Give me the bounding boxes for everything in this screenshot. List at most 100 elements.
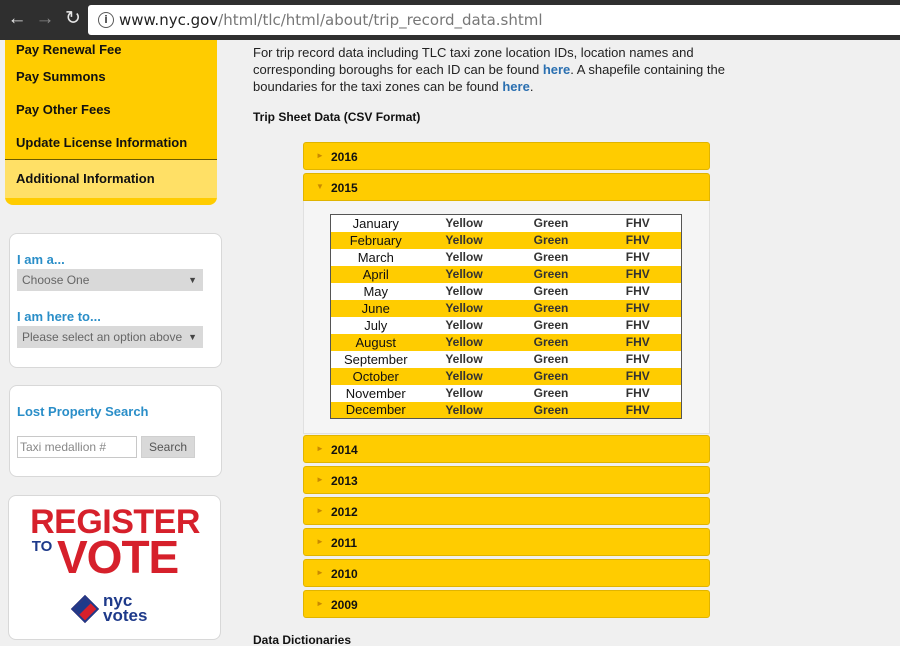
- green-download-link[interactable]: Green: [507, 282, 595, 300]
- table-row: November Yellow Green FHV: [330, 384, 682, 402]
- fhv-download-link[interactable]: FHV: [594, 384, 682, 402]
- year-2016-toggle[interactable]: ► 2016: [303, 142, 710, 170]
- address-bar[interactable]: i www.nyc.gov/html/tlc/html/about/trip_r…: [88, 5, 900, 35]
- yellow-download-link[interactable]: Yellow: [420, 316, 508, 334]
- medallion-input[interactable]: Taxi medallion #: [17, 436, 137, 458]
- dropdown-arrow-icon: ▼: [188, 332, 197, 342]
- green-download-link[interactable]: Green: [507, 265, 595, 283]
- fhv-download-link[interactable]: FHV: [594, 333, 682, 351]
- lost-property-box: Lost Property Search Taxi medallion # Se…: [9, 385, 222, 477]
- month-cell: July: [330, 316, 421, 334]
- green-download-link[interactable]: Green: [507, 384, 595, 402]
- audience-selector-box: I am a... Choose One ▼ I am here to... P…: [9, 233, 222, 368]
- year-label: 2016: [331, 150, 358, 164]
- info-icon[interactable]: i: [98, 12, 114, 28]
- fhv-download-link[interactable]: FHV: [594, 350, 682, 368]
- fhv-download-link[interactable]: FHV: [594, 214, 682, 232]
- sidebar-item-pay-renewal-fee[interactable]: Pay Renewal Fee: [5, 40, 217, 60]
- table-row: January Yellow Green FHV: [330, 214, 682, 232]
- fhv-download-link[interactable]: FHV: [594, 265, 682, 283]
- register-to-vote-banner[interactable]: REGISTER TO VOTE nyc votes: [8, 495, 221, 640]
- month-cell: May: [330, 282, 421, 300]
- year-2010-toggle[interactable]: ► 2010: [303, 559, 710, 587]
- votes-text: votes: [103, 606, 148, 625]
- year-2014-toggle[interactable]: ► 2014: [303, 435, 710, 463]
- table-row: April Yellow Green FHV: [330, 265, 682, 283]
- here-to-select-value: Please select an option above: [22, 330, 183, 344]
- sidebar-nav: Pay Renewal Fee Pay Summons Pay Other Fe…: [5, 40, 217, 205]
- taxi-zone-shapefile-link[interactable]: here: [502, 79, 529, 94]
- sidebar-item-pay-other-fees[interactable]: Pay Other Fees: [5, 93, 217, 126]
- green-download-link[interactable]: Green: [507, 248, 595, 266]
- green-download-link[interactable]: Green: [507, 401, 595, 419]
- month-cell: September: [330, 350, 421, 368]
- year-2012-toggle[interactable]: ► 2012: [303, 497, 710, 525]
- reload-icon[interactable]: ↻: [62, 8, 84, 30]
- yellow-download-link[interactable]: Yellow: [420, 265, 508, 283]
- yellow-download-link[interactable]: Yellow: [420, 350, 508, 368]
- here-to-select[interactable]: Please select an option above ▼: [17, 326, 203, 348]
- fhv-download-link[interactable]: FHV: [594, 401, 682, 419]
- fhv-download-link[interactable]: FHV: [594, 231, 682, 249]
- taxi-zone-lookup-link[interactable]: here: [543, 62, 570, 77]
- table-row: September Yellow Green FHV: [330, 350, 682, 368]
- month-cell: January: [330, 214, 421, 232]
- iam-select[interactable]: Choose One ▼: [17, 269, 203, 291]
- year-2015-toggle[interactable]: ▼ 2015: [303, 173, 710, 201]
- yellow-download-link[interactable]: Yellow: [420, 367, 508, 385]
- green-download-link[interactable]: Green: [507, 350, 595, 368]
- page-content: Pay Renewal Fee Pay Summons Pay Other Fe…: [0, 40, 900, 646]
- browser-toolbar: ← → ↻ i www.nyc.gov/html/tlc/html/about/…: [0, 0, 900, 40]
- sidebar-item-additional-information[interactable]: Additional Information: [5, 159, 217, 198]
- fhv-download-link[interactable]: FHV: [594, 316, 682, 334]
- dropdown-arrow-icon: ▼: [188, 275, 197, 285]
- nyc-votes-logo: nyc votes: [70, 592, 165, 629]
- green-download-link[interactable]: Green: [507, 299, 595, 317]
- green-download-link[interactable]: Green: [507, 214, 595, 232]
- yellow-download-link[interactable]: Yellow: [420, 214, 508, 232]
- year-label: 2011: [331, 536, 358, 550]
- yellow-download-link[interactable]: Yellow: [420, 384, 508, 402]
- yellow-download-link[interactable]: Yellow: [420, 231, 508, 249]
- caret-right-icon: ►: [316, 475, 324, 484]
- yellow-download-link[interactable]: Yellow: [420, 333, 508, 351]
- month-cell: August: [330, 333, 421, 351]
- yellow-download-link[interactable]: Yellow: [420, 401, 508, 419]
- fhv-download-link[interactable]: FHV: [594, 282, 682, 300]
- yellow-download-link[interactable]: Yellow: [420, 282, 508, 300]
- table-row: December Yellow Green FHV: [330, 401, 682, 419]
- year-2013-toggle[interactable]: ► 2013: [303, 466, 710, 494]
- month-cell: March: [330, 248, 421, 266]
- yellow-download-link[interactable]: Yellow: [420, 299, 508, 317]
- sidebar-item-update-license[interactable]: Update License Information: [5, 126, 217, 159]
- month-cell: April: [330, 265, 421, 283]
- sidebar-item-pay-summons[interactable]: Pay Summons: [5, 60, 217, 93]
- table-row: May Yellow Green FHV: [330, 282, 682, 300]
- forward-arrow-icon[interactable]: →: [34, 8, 56, 30]
- fhv-download-link[interactable]: FHV: [594, 299, 682, 317]
- month-cell: February: [330, 231, 421, 249]
- green-download-link[interactable]: Green: [507, 333, 595, 351]
- iam-label: I am a...: [17, 252, 65, 267]
- fhv-download-link[interactable]: FHV: [594, 367, 682, 385]
- back-arrow-icon[interactable]: ←: [6, 8, 28, 30]
- caret-right-icon: ►: [316, 568, 324, 577]
- year-label: 2014: [331, 443, 358, 457]
- caret-right-icon: ►: [316, 151, 324, 160]
- table-row: October Yellow Green FHV: [330, 367, 682, 385]
- year-label: 2009: [331, 598, 358, 612]
- year-2011-toggle[interactable]: ► 2011: [303, 528, 710, 556]
- trip-data-table: January Yellow Green FHV February Yellow Green…: [330, 214, 682, 419]
- url-text[interactable]: www.nyc.gov/html/tlc/html/about/trip_rec…: [119, 11, 543, 29]
- nyc-votes-diamond-icon: [70, 594, 100, 624]
- search-button[interactable]: Search: [141, 436, 195, 458]
- year-2009-toggle[interactable]: ► 2009: [303, 590, 710, 618]
- lost-property-title[interactable]: Lost Property Search: [17, 404, 149, 419]
- green-download-link[interactable]: Green: [507, 231, 595, 249]
- yellow-download-link[interactable]: Yellow: [420, 248, 508, 266]
- iam-select-value: Choose One: [22, 273, 90, 287]
- year-label: 2010: [331, 567, 358, 581]
- green-download-link[interactable]: Green: [507, 367, 595, 385]
- green-download-link[interactable]: Green: [507, 316, 595, 334]
- fhv-download-link[interactable]: FHV: [594, 248, 682, 266]
